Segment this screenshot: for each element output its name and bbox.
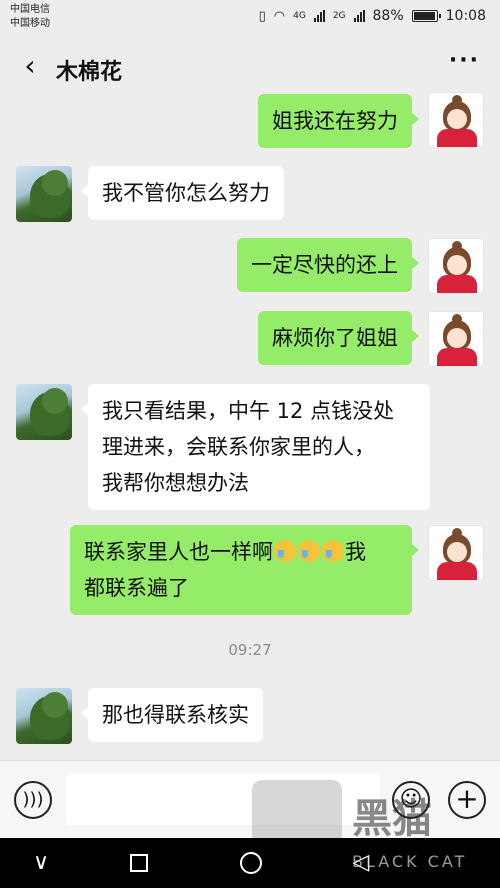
contact-avatar[interactable] <box>16 166 72 222</box>
message-text: 姐我还在努力 <box>272 109 398 133</box>
crying-laughing-emoji-icon <box>274 540 296 562</box>
message-text-line: 理进来，会联系你家里的人， <box>102 435 375 459</box>
chevron-left-icon[interactable]: ‹ <box>14 50 46 82</box>
message-bubble[interactable]: 那也得联系核实 <box>81 688 263 742</box>
signal-icon <box>313 10 325 22</box>
ellipsis-icon[interactable]: ··· <box>449 48 480 73</box>
crying-laughing-emoji-icon <box>322 540 344 562</box>
message-text-line: 我只看结果，中午 12 点钱没处 <box>102 399 395 423</box>
my-avatar[interactable] <box>428 311 484 367</box>
battery-icon <box>411 10 441 22</box>
message-text: 我不管你怎么努力 <box>102 181 270 205</box>
message-bubble[interactable]: 我只看结果，中午 12 点钱没处 理进来，会联系你家里的人， 我帮你想想办法 <box>81 384 430 510</box>
message-bubble[interactable]: 我不管你怎么努力 <box>81 166 284 220</box>
my-avatar[interactable] <box>428 525 484 581</box>
network-type: 4G <box>293 11 306 21</box>
carrier-2: 中国移动 <box>10 18 50 29</box>
carrier-1: 中国电信 <box>10 4 50 15</box>
message-bubble[interactable]: 姐我还在努力 <box>258 94 419 148</box>
message-text: 麻烦你了姐姐 <box>272 326 398 350</box>
message-text-line: 联系家里人也一样啊 我 <box>84 534 398 570</box>
message-text: 一定尽快的还上 <box>251 253 398 277</box>
voice-icon[interactable]: ))) <box>14 781 52 819</box>
message-text-line: 我帮你想想办法 <box>102 471 249 495</box>
contact-avatar[interactable] <box>16 384 72 440</box>
vibrate-icon: ▯ <box>258 8 266 24</box>
message-text: 我 <box>345 540 366 564</box>
carrier-info: 中国电信 中国移动 <box>10 3 50 31</box>
clock: 10:08 <box>445 8 486 24</box>
smiley-icon[interactable]: ☺ <box>392 781 430 819</box>
chat-header: ‹ 木棉花 ··· <box>0 36 500 100</box>
plus-icon[interactable]: + <box>448 781 486 819</box>
message-text-line: 都联系遍了 <box>84 576 189 600</box>
message-text: 那也得联系核实 <box>102 703 249 727</box>
signal-icon-2 <box>353 10 365 22</box>
message-input[interactable] <box>66 773 380 825</box>
wifi-icon: ◠ <box>273 8 286 24</box>
message-bubble[interactable]: 一定尽快的还上 <box>237 238 419 292</box>
chat-title: 木棉花 <box>56 60 123 85</box>
crying-laughing-emoji-icon <box>298 540 320 562</box>
input-bar: ))) ☺ + <box>0 760 500 838</box>
chat-timestamp: 09:27 <box>228 641 272 659</box>
battery-percent: 88% <box>372 8 404 24</box>
system-nav-bar: ∨ ◁ BLACK CAT <box>0 838 500 888</box>
message-bubble[interactable]: 联系家里人也一样啊 我 都联系遍了 <box>70 525 419 615</box>
message-text: 联系家里人也一样啊 <box>84 540 273 564</box>
network-type-2: 2G <box>332 11 346 21</box>
status-bar: 中国电信 中国移动 ▯ ◠ 4G 2G 88% 10:08 <box>0 0 500 36</box>
contact-avatar[interactable] <box>16 688 72 744</box>
message-bubble[interactable]: 麻烦你了姐姐 <box>258 311 419 365</box>
chevron-down-icon[interactable]: ∨ <box>24 846 58 880</box>
watermark-subtext: BLACK CAT <box>352 852 468 871</box>
my-avatar[interactable] <box>428 238 484 294</box>
recent-apps-icon[interactable] <box>122 846 156 880</box>
home-icon[interactable] <box>234 846 268 880</box>
my-avatar[interactable] <box>428 92 484 148</box>
status-indicators: ▯ ◠ 4G 2G 88% 10:08 <box>259 8 486 24</box>
